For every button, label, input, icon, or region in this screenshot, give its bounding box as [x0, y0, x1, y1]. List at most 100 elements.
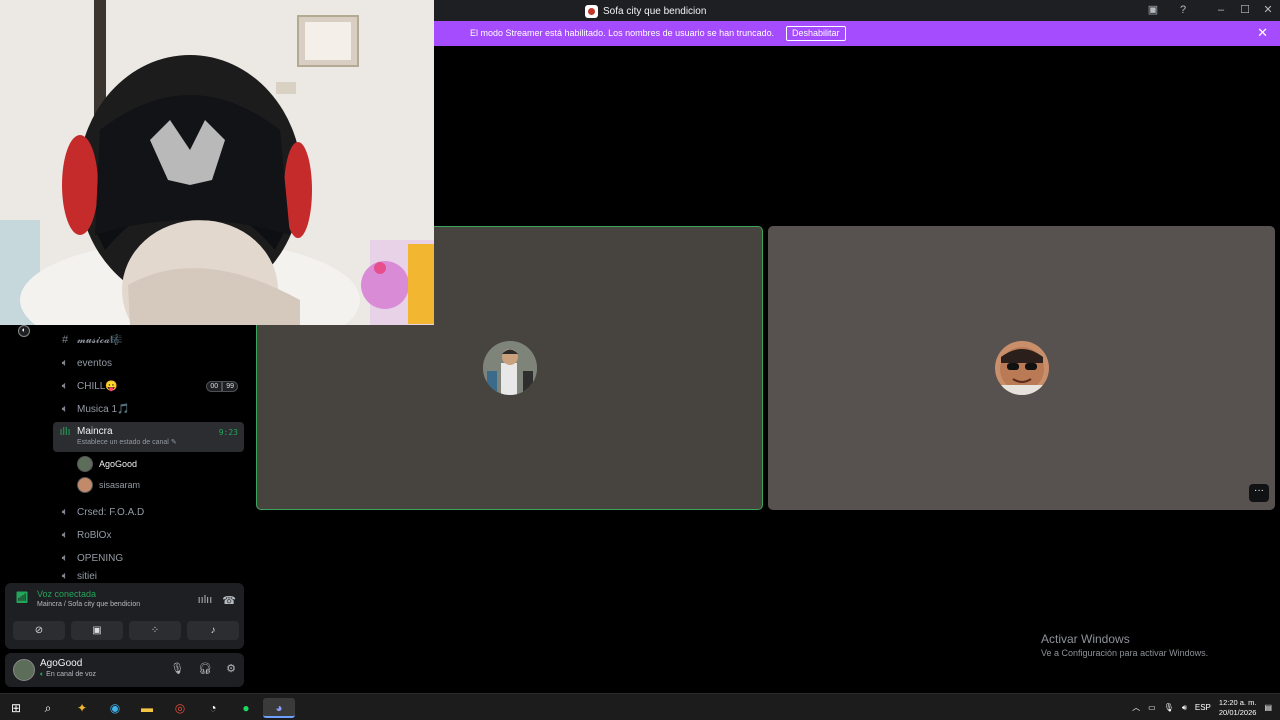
speaker-icon: 🔈︎: [61, 551, 69, 564]
banner-message: El modo Streamer está habilitado. Los no…: [470, 28, 775, 38]
network-icon[interactable]: ▭: [1148, 703, 1156, 712]
voice-status-title: Voz conectada: [37, 589, 97, 599]
voice-member[interactable]: sisasaram: [77, 476, 140, 494]
user-limit-badge: 00 99: [206, 380, 238, 392]
channel-musica-1[interactable]: 🔈︎ Musica 1🎵: [53, 398, 244, 420]
chrome-icon[interactable]: ◎: [170, 698, 190, 718]
channel-maincra-active[interactable]: ıllı Maincra Establece un estado de cana…: [53, 422, 244, 452]
noise-suppression-icon[interactable]: ıılıı: [198, 594, 213, 607]
pencil-icon: ✎: [170, 439, 177, 446]
signal-icon[interactable]: 📶︎: [13, 589, 31, 607]
user-status-text: En canal de voz: [46, 671, 96, 678]
activities-icon: ⁘: [150, 625, 160, 636]
channel-chill[interactable]: 🔈︎ CHILL😛 00 99: [53, 375, 244, 397]
minimize-icon[interactable]: –: [1213, 3, 1229, 18]
channel-label: 𝓶𝓾𝓼𝓲𝓬𝓪🎼: [77, 334, 123, 346]
channel-label: Maincra: [77, 426, 113, 437]
avatar: [77, 477, 93, 493]
speaker-icon: 🔈︎: [61, 505, 69, 518]
clock[interactable]: 12:20 a. m. 20/01/2026: [1219, 698, 1257, 718]
clock-date: 20/01/2026: [1218, 707, 1257, 717]
notification-icon[interactable]: ▤: [1264, 703, 1272, 712]
channel-label: RoBlOx: [77, 529, 112, 541]
call-timer: 9:23: [218, 428, 238, 437]
user-count: 00: [206, 380, 223, 392]
user-status: 🔈︎ En canal de voz: [40, 671, 96, 679]
channel-label: eventos: [77, 357, 113, 369]
camera-off-button[interactable]: ⊘: [13, 621, 65, 640]
channel-musica[interactable]: # 𝓶𝓾𝓼𝓲𝓬𝓪🎼: [53, 329, 244, 351]
channel-crsed[interactable]: 🔈︎ Crsed: F.O.A.D: [53, 501, 244, 523]
volume-icon[interactable]: 🔊︎: [1182, 703, 1187, 713]
chevron-up-icon[interactable]: ︿: [1132, 702, 1140, 713]
participant-avatar: [994, 341, 1049, 395]
file-explorer-icon[interactable]: ▬: [137, 698, 157, 718]
disable-streamer-button[interactable]: Deshabilitar: [786, 26, 846, 41]
maximize-icon[interactable]: ☐: [1237, 3, 1253, 18]
streamer-mode-banner: El modo Streamer está habilitado. Los no…: [434, 21, 1280, 46]
microphone-icon[interactable]: 🎙︎: [1164, 703, 1174, 712]
close-icon[interactable]: ✕: [1260, 3, 1276, 18]
voice-activity-icon: ıllı: [59, 426, 71, 438]
webcam-overlay: [0, 0, 434, 325]
channel-label: Musica 1🎵: [77, 403, 130, 415]
disconnect-icon[interactable]: ☎: [222, 594, 236, 607]
screen-share-icon: ▣: [92, 625, 102, 636]
activation-watermark: Activar Windows Ve a Configuración para …: [1041, 632, 1208, 658]
voice-location[interactable]: Maincra / Sofa city que bendicion: [37, 601, 140, 608]
speaker-icon: 🔈︎: [61, 528, 69, 541]
gear-icon[interactable]: ⚙: [226, 662, 236, 675]
camera-off-icon: ⊘: [34, 625, 44, 636]
participant-avatar: [482, 341, 537, 395]
taskbar: ⊞ ⌕ ✦ ◉ ▬ ◎ ◔ ● ◕ ︿ ▭ 🎙︎ 🔊︎ ESP 12:20 a.…: [0, 693, 1280, 720]
channel-label: OPENING: [77, 552, 124, 564]
language-indicator[interactable]: ESP: [1195, 703, 1211, 712]
text-channel-icon: #: [61, 334, 69, 346]
spotify-icon[interactable]: ●: [236, 698, 256, 718]
channel-label: sitiei: [77, 570, 98, 582]
member-name: sisasaram: [99, 480, 141, 490]
banner-close-icon[interactable]: ✕: [1257, 26, 1268, 40]
status-text: Establece un estado de canal: [77, 439, 169, 446]
channel-label: Crsed: F.O.A.D: [77, 506, 145, 518]
more-options-icon[interactable]: ···: [1249, 484, 1269, 502]
user-name: AgoGood: [40, 658, 83, 669]
window-title-text: Sofa city que bendicion: [603, 5, 707, 17]
soundboard-icon: ♪: [210, 625, 216, 636]
webcam-image: [0, 0, 434, 325]
activities-button[interactable]: ⁘: [129, 621, 181, 640]
member-name: AgoGood: [99, 459, 138, 469]
channel-label: CHILL😛: [77, 380, 118, 392]
watermark-subtitle: Ve a Configuración para activar Windows.: [1041, 648, 1209, 658]
channel-sitiei[interactable]: 🔈︎ sitiei: [53, 570, 244, 582]
discord-overlay-icon[interactable]: ◐: [18, 325, 30, 337]
system-tray: ︿ ▭ 🎙︎ 🔊︎ ESP 12:20 a. m. 20/01/2026 ▤: [1132, 694, 1272, 720]
channel-roblox[interactable]: 🔈︎ RoBlOx: [53, 524, 244, 546]
inbox-icon[interactable]: ▣: [1145, 3, 1161, 18]
discord-icon[interactable]: ◕: [263, 698, 295, 718]
watermark-title: Activar Windows: [1041, 632, 1130, 646]
headphones-icon[interactable]: 🎧︎: [198, 662, 212, 675]
server-icon: [585, 4, 598, 18]
avatar: [77, 456, 93, 472]
avatar[interactable]: [13, 659, 35, 681]
edge-icon[interactable]: ◉: [105, 698, 125, 718]
microphone-icon[interactable]: 🎙︎: [170, 662, 184, 675]
channel-eventos[interactable]: 🔈︎ eventos: [53, 352, 244, 374]
user-panel: AgoGood 🔈︎ En canal de voz 🎙︎ 🎧︎ ⚙: [5, 653, 244, 687]
search-icon[interactable]: ⌕: [38, 698, 58, 718]
channel-opening[interactable]: 🔈︎ OPENING: [53, 547, 244, 569]
speaker-icon: 🔈︎: [61, 379, 69, 392]
speaker-icon: 🔈︎: [40, 671, 45, 678]
voice-member[interactable]: AgoGood: [77, 455, 137, 473]
windows-start-icon[interactable]: ⊞: [6, 698, 26, 718]
participant-tile[interactable]: ···: [768, 226, 1275, 510]
screen: Sofa city que bendicion ▣ ? – ☐ ✕ El mod…: [0, 0, 1280, 720]
help-icon[interactable]: ?: [1175, 3, 1191, 18]
soundboard-button[interactable]: ♪: [187, 621, 239, 640]
screen-share-button[interactable]: ▣: [71, 621, 123, 640]
channel-status-placeholder[interactable]: Establece un estado de canal ✎: [77, 438, 177, 446]
obs-icon[interactable]: ◔: [203, 698, 223, 718]
copilot-icon[interactable]: ✦: [72, 698, 92, 718]
speaker-icon: 🔈︎: [61, 570, 69, 582]
